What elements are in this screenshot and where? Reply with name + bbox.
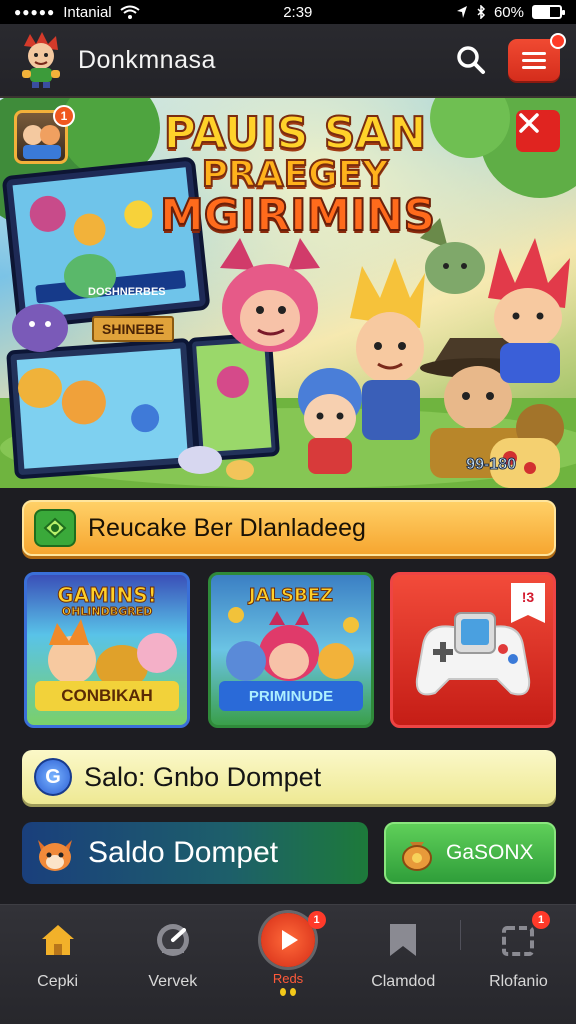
app-header: Donkmnasa — [0, 24, 576, 98]
battery-percent: 60% — [493, 3, 524, 21]
nav-badge-profile: 1 — [532, 911, 551, 929]
clock: 2:39 — [283, 3, 313, 21]
wallet-coin-icon: G — [34, 758, 72, 796]
menu-notification-dot — [550, 33, 566, 49]
nav-item-bookmark[interactable]: Clamdod — [346, 905, 461, 1024]
mascot-icon — [22, 32, 60, 88]
nav-item-home[interactable]: Cepki — [0, 905, 115, 1024]
nav-label-profile: Rlofanio — [489, 973, 548, 990]
hero-corner-text: 99-180 — [466, 456, 517, 474]
bonus-button[interactable]: GaSONX — [384, 822, 556, 884]
hero-title-line-1: PAUIS SAN — [163, 108, 428, 159]
wallet-banner[interactable]: G Salo: Gnbo Dompet — [22, 750, 556, 804]
location-icon — [456, 6, 467, 18]
bottom-nav: Cepki Vervek 1 Reds Clamdod 1 Rlofanio — [0, 904, 576, 1024]
menu-button[interactable] — [508, 33, 566, 81]
nav-item-play[interactable]: 1 Reds — [230, 905, 345, 1024]
nav-label-bookmark: Clamdod — [371, 973, 436, 990]
play-icon — [261, 913, 315, 967]
nav-item-profile[interactable]: 1 Rlofanio — [461, 905, 576, 1024]
hero-title-line-3: MGIRIMINS — [159, 189, 436, 241]
search-icon[interactable] — [456, 45, 486, 75]
balance-label: Saldo Dompet — [88, 836, 279, 869]
active-indicator — [280, 988, 296, 996]
game-card-1-footer: CONBIKAH — [35, 681, 179, 711]
bookmark-icon — [382, 919, 424, 961]
close-icon[interactable] — [516, 110, 560, 152]
battery-icon — [531, 5, 565, 19]
hero-panel-label: SHINEBE — [92, 316, 175, 342]
hero-avatar[interactable]: 1 — [14, 105, 75, 164]
battery-level — [533, 7, 550, 17]
status-bar-right: 60% — [456, 3, 565, 21]
balance-bar[interactable]: Saldo Dompet — [22, 822, 368, 884]
hero-title-line-2: PRAEGEY — [201, 153, 390, 195]
game-card-2[interactable]: JALSBEZ PRIMINUDE — [208, 572, 374, 728]
reward-banner[interactable]: Reucake Ber Dlanladeeg — [22, 500, 556, 556]
signal-icon: ●●●●● — [14, 5, 56, 19]
nav-label-home: Cepki — [37, 973, 79, 990]
bonus-button-label: GaSONX — [446, 841, 534, 864]
nav-label-play: Reds — [272, 971, 304, 986]
app-logo[interactable] — [16, 32, 66, 88]
game-card-2-footer: PRIMINUDE — [219, 681, 363, 711]
reward-banner-text: Reucake Ber Dlanladeeg — [88, 513, 366, 542]
gauge-icon — [152, 919, 194, 961]
wallet-banner-text: Salo: Gnbo Dompet — [84, 761, 322, 792]
status-bar-left: ●●●●● Intanial — [14, 4, 140, 21]
header-actions — [456, 33, 566, 81]
game-card-1-subtitle: OHLINDBGRED — [61, 605, 153, 619]
app-title: Donkmnasa — [78, 45, 216, 74]
gift-icon — [34, 509, 76, 547]
nav-divider — [460, 920, 461, 950]
game-card-1[interactable]: GAMINS! OHLINDBGRED CONBIKAH — [24, 572, 190, 728]
wifi-icon — [120, 5, 140, 19]
bluetooth-icon — [477, 5, 486, 19]
status-bar: ●●●●● Intanial 2:39 60% — [0, 0, 576, 24]
game-card-2-title: JALSBEZ — [248, 585, 334, 607]
inner-screen-label: DOSHNERBES — [88, 286, 166, 298]
nav-badge-play: 1 — [307, 911, 326, 929]
nav-item-gauge[interactable]: Vervek — [115, 905, 230, 1024]
avatar-badge: 1 — [53, 105, 75, 127]
game-card-3[interactable]: !3 — [390, 572, 556, 728]
carrier-label: Intanial — [63, 3, 112, 21]
hero-banner[interactable]: 1 PAUIS SAN PRAEGEY MGIRIMINS DOSHNERBES… — [0, 98, 576, 488]
nav-label-gauge: Vervek — [148, 973, 198, 990]
game-card-1-title: GAMINS! — [57, 583, 158, 608]
home-icon — [37, 919, 79, 961]
menu-icon — [522, 48, 546, 73]
fox-icon — [38, 840, 72, 871]
hero-title: PAUIS SAN PRAEGEY MGIRIMINS — [159, 108, 436, 241]
coin-bag-icon — [402, 842, 432, 871]
